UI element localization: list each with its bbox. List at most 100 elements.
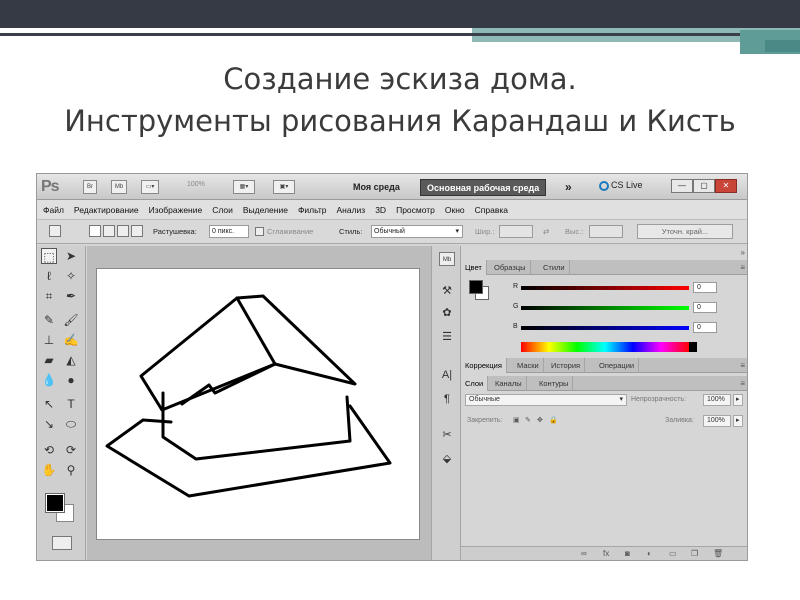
channel-g-value[interactable]: 0 xyxy=(693,302,717,313)
antialias-checkbox[interactable] xyxy=(255,227,264,236)
menu-help[interactable]: Справка xyxy=(475,205,508,215)
ellipse-tool-icon[interactable]: ⬭ xyxy=(63,416,79,432)
refine-edge-button[interactable]: Уточн. край... xyxy=(637,224,733,239)
tab-channels[interactable]: Каналы xyxy=(491,376,527,391)
menu-filter[interactable]: Фильтр xyxy=(298,205,327,215)
type-tool-icon[interactable]: T xyxy=(63,396,79,412)
minibridge-dock-icon[interactable]: Mb xyxy=(439,252,455,266)
tool-presets-icon[interactable]: ⚒ xyxy=(439,284,455,298)
menu-view[interactable]: Просмотр xyxy=(396,205,435,215)
lock-transparency-icon[interactable]: ▣ xyxy=(513,416,520,424)
fill-dropdown-icon[interactable]: ▸ xyxy=(733,415,743,427)
intersect-selection-icon[interactable] xyxy=(131,225,143,237)
document-canvas[interactable] xyxy=(96,268,420,540)
tab-masks[interactable]: Маски xyxy=(513,358,544,373)
channel-g-slider[interactable] xyxy=(521,306,689,310)
eraser-tool-icon[interactable]: ▰ xyxy=(41,352,57,368)
direct-selection-tool-icon[interactable]: ↘ xyxy=(41,416,57,432)
channel-r-slider[interactable] xyxy=(521,286,689,290)
brushes-icon[interactable]: ✿ xyxy=(439,306,455,320)
adjust-panel-menu-icon[interactable]: ≡ xyxy=(740,361,745,370)
menu-window[interactable]: Окно xyxy=(445,205,465,215)
3d-panel-icon[interactable]: ⬙ xyxy=(439,452,455,466)
zoom-tool-icon[interactable]: ⚲ xyxy=(63,462,79,478)
more-workspaces-icon[interactable]: » xyxy=(565,180,572,194)
bridge-icon[interactable]: Br xyxy=(83,180,97,194)
lock-position-icon[interactable]: ✥ xyxy=(537,416,543,424)
menu-select[interactable]: Выделение xyxy=(243,205,288,215)
eyedropper-tool-icon[interactable]: ✒ xyxy=(63,288,79,304)
tab-paths[interactable]: Контуры xyxy=(535,376,574,391)
layers-panel-menu-icon[interactable]: ≡ xyxy=(740,379,745,388)
channel-b-value[interactable]: 0 xyxy=(693,322,717,333)
blur-tool-icon[interactable]: 💧 xyxy=(41,372,57,388)
lasso-tool-icon[interactable]: ℓ xyxy=(41,268,57,284)
menu-analysis[interactable]: Анализ xyxy=(337,205,366,215)
paint-bucket-tool-icon[interactable]: ◭ xyxy=(63,352,79,368)
workspace-my[interactable]: Моя среда xyxy=(347,179,406,196)
3d-orbit-tool-icon[interactable]: ⟳ xyxy=(63,442,79,458)
screen-mode-icon[interactable]: ▣▾ xyxy=(273,180,295,194)
path-selection-tool-icon[interactable]: ↖ xyxy=(41,396,57,412)
subtract-selection-icon[interactable] xyxy=(117,225,129,237)
collapse-panels-icon[interactable]: » xyxy=(741,248,745,257)
add-selection-icon[interactable] xyxy=(103,225,115,237)
quick-mask-icon[interactable] xyxy=(52,536,72,550)
tab-layers[interactable]: Слои xyxy=(461,376,489,391)
opacity-input[interactable]: 100% xyxy=(703,394,731,406)
zoom-level[interactable]: 100% xyxy=(187,181,205,188)
color-spectrum-ramp[interactable] xyxy=(521,342,689,352)
history-brush-tool-icon[interactable]: ✍ xyxy=(63,332,79,348)
channel-b-slider[interactable] xyxy=(521,326,689,330)
menu-3d[interactable]: 3D xyxy=(375,205,386,215)
tab-styles[interactable]: Стили xyxy=(539,260,570,275)
clone-source-icon[interactable]: ☰ xyxy=(439,330,455,344)
paragraph-icon[interactable]: ¶ xyxy=(439,392,455,406)
tools-icon[interactable]: ✂ xyxy=(439,428,455,442)
new-selection-icon[interactable] xyxy=(89,225,101,237)
height-input[interactable] xyxy=(589,225,623,238)
channel-r-value[interactable]: 0 xyxy=(693,282,717,293)
menu-image[interactable]: Изображение xyxy=(149,205,203,215)
3d-rotate-tool-icon[interactable]: ⟲ xyxy=(41,442,57,458)
opacity-dropdown-icon[interactable]: ▸ xyxy=(733,394,743,406)
workspace-essentials[interactable]: Основная рабочая среда xyxy=(420,179,547,196)
style-select[interactable]: Обычный ▾ xyxy=(371,225,463,238)
minimize-icon[interactable]: — xyxy=(671,179,693,193)
swap-dimensions-icon[interactable]: ⇄ xyxy=(543,227,549,236)
feather-input[interactable]: 0 пикс. xyxy=(209,225,249,238)
new-layer-icon[interactable]: ❐ xyxy=(691,549,698,558)
layer-style-icon[interactable]: fx xyxy=(603,549,609,558)
hand-tool-icon[interactable]: ✋ xyxy=(41,462,57,478)
tab-adjustments[interactable]: Коррекция xyxy=(461,358,507,373)
tab-history[interactable]: История xyxy=(547,358,586,373)
fill-input[interactable]: 100% xyxy=(703,415,731,427)
layer-mask-icon[interactable]: ◙ xyxy=(625,549,630,558)
menu-edit[interactable]: Редактирование xyxy=(74,205,139,215)
move-tool-icon[interactable]: ➤ xyxy=(63,248,79,264)
delete-layer-icon[interactable]: 🗑 xyxy=(713,549,723,558)
foreground-color-swatch[interactable] xyxy=(45,493,65,513)
tab-actions[interactable]: Операции xyxy=(595,358,640,373)
new-group-icon[interactable]: ▭ xyxy=(669,549,677,558)
close-icon[interactable]: ✕ xyxy=(715,179,737,193)
lock-image-icon[interactable]: ✎ xyxy=(525,416,531,424)
dodge-tool-icon[interactable]: ● xyxy=(63,372,79,388)
maximize-icon[interactable]: ▢ xyxy=(693,179,715,193)
healing-brush-tool-icon[interactable]: ✎ xyxy=(41,312,57,328)
arrange-documents-icon[interactable]: ▦▾ xyxy=(233,180,255,194)
color-spectrum-black[interactable] xyxy=(689,342,697,352)
panel-menu-icon[interactable]: ≡ xyxy=(740,263,745,272)
lock-all-icon[interactable]: 🔒 xyxy=(549,416,558,424)
width-input[interactable] xyxy=(499,225,533,238)
minibridge-icon[interactable]: Mb xyxy=(111,180,127,194)
rect-marquee-tool-icon[interactable]: ⬚ xyxy=(41,248,57,264)
tab-swatches[interactable]: Образцы xyxy=(490,260,531,275)
color-panel-fg-swatch[interactable] xyxy=(469,280,483,294)
blend-mode-select[interactable]: Обычные ▾ xyxy=(465,394,627,406)
crop-tool-icon[interactable]: ⌗ xyxy=(41,288,57,304)
magic-wand-tool-icon[interactable]: ✧ xyxy=(63,268,79,284)
view-extras-icon[interactable]: ▭▾ xyxy=(141,180,159,194)
brush-tool-icon[interactable]: 🖌 xyxy=(63,312,79,328)
cs-live-button[interactable]: CS Live xyxy=(599,180,643,191)
